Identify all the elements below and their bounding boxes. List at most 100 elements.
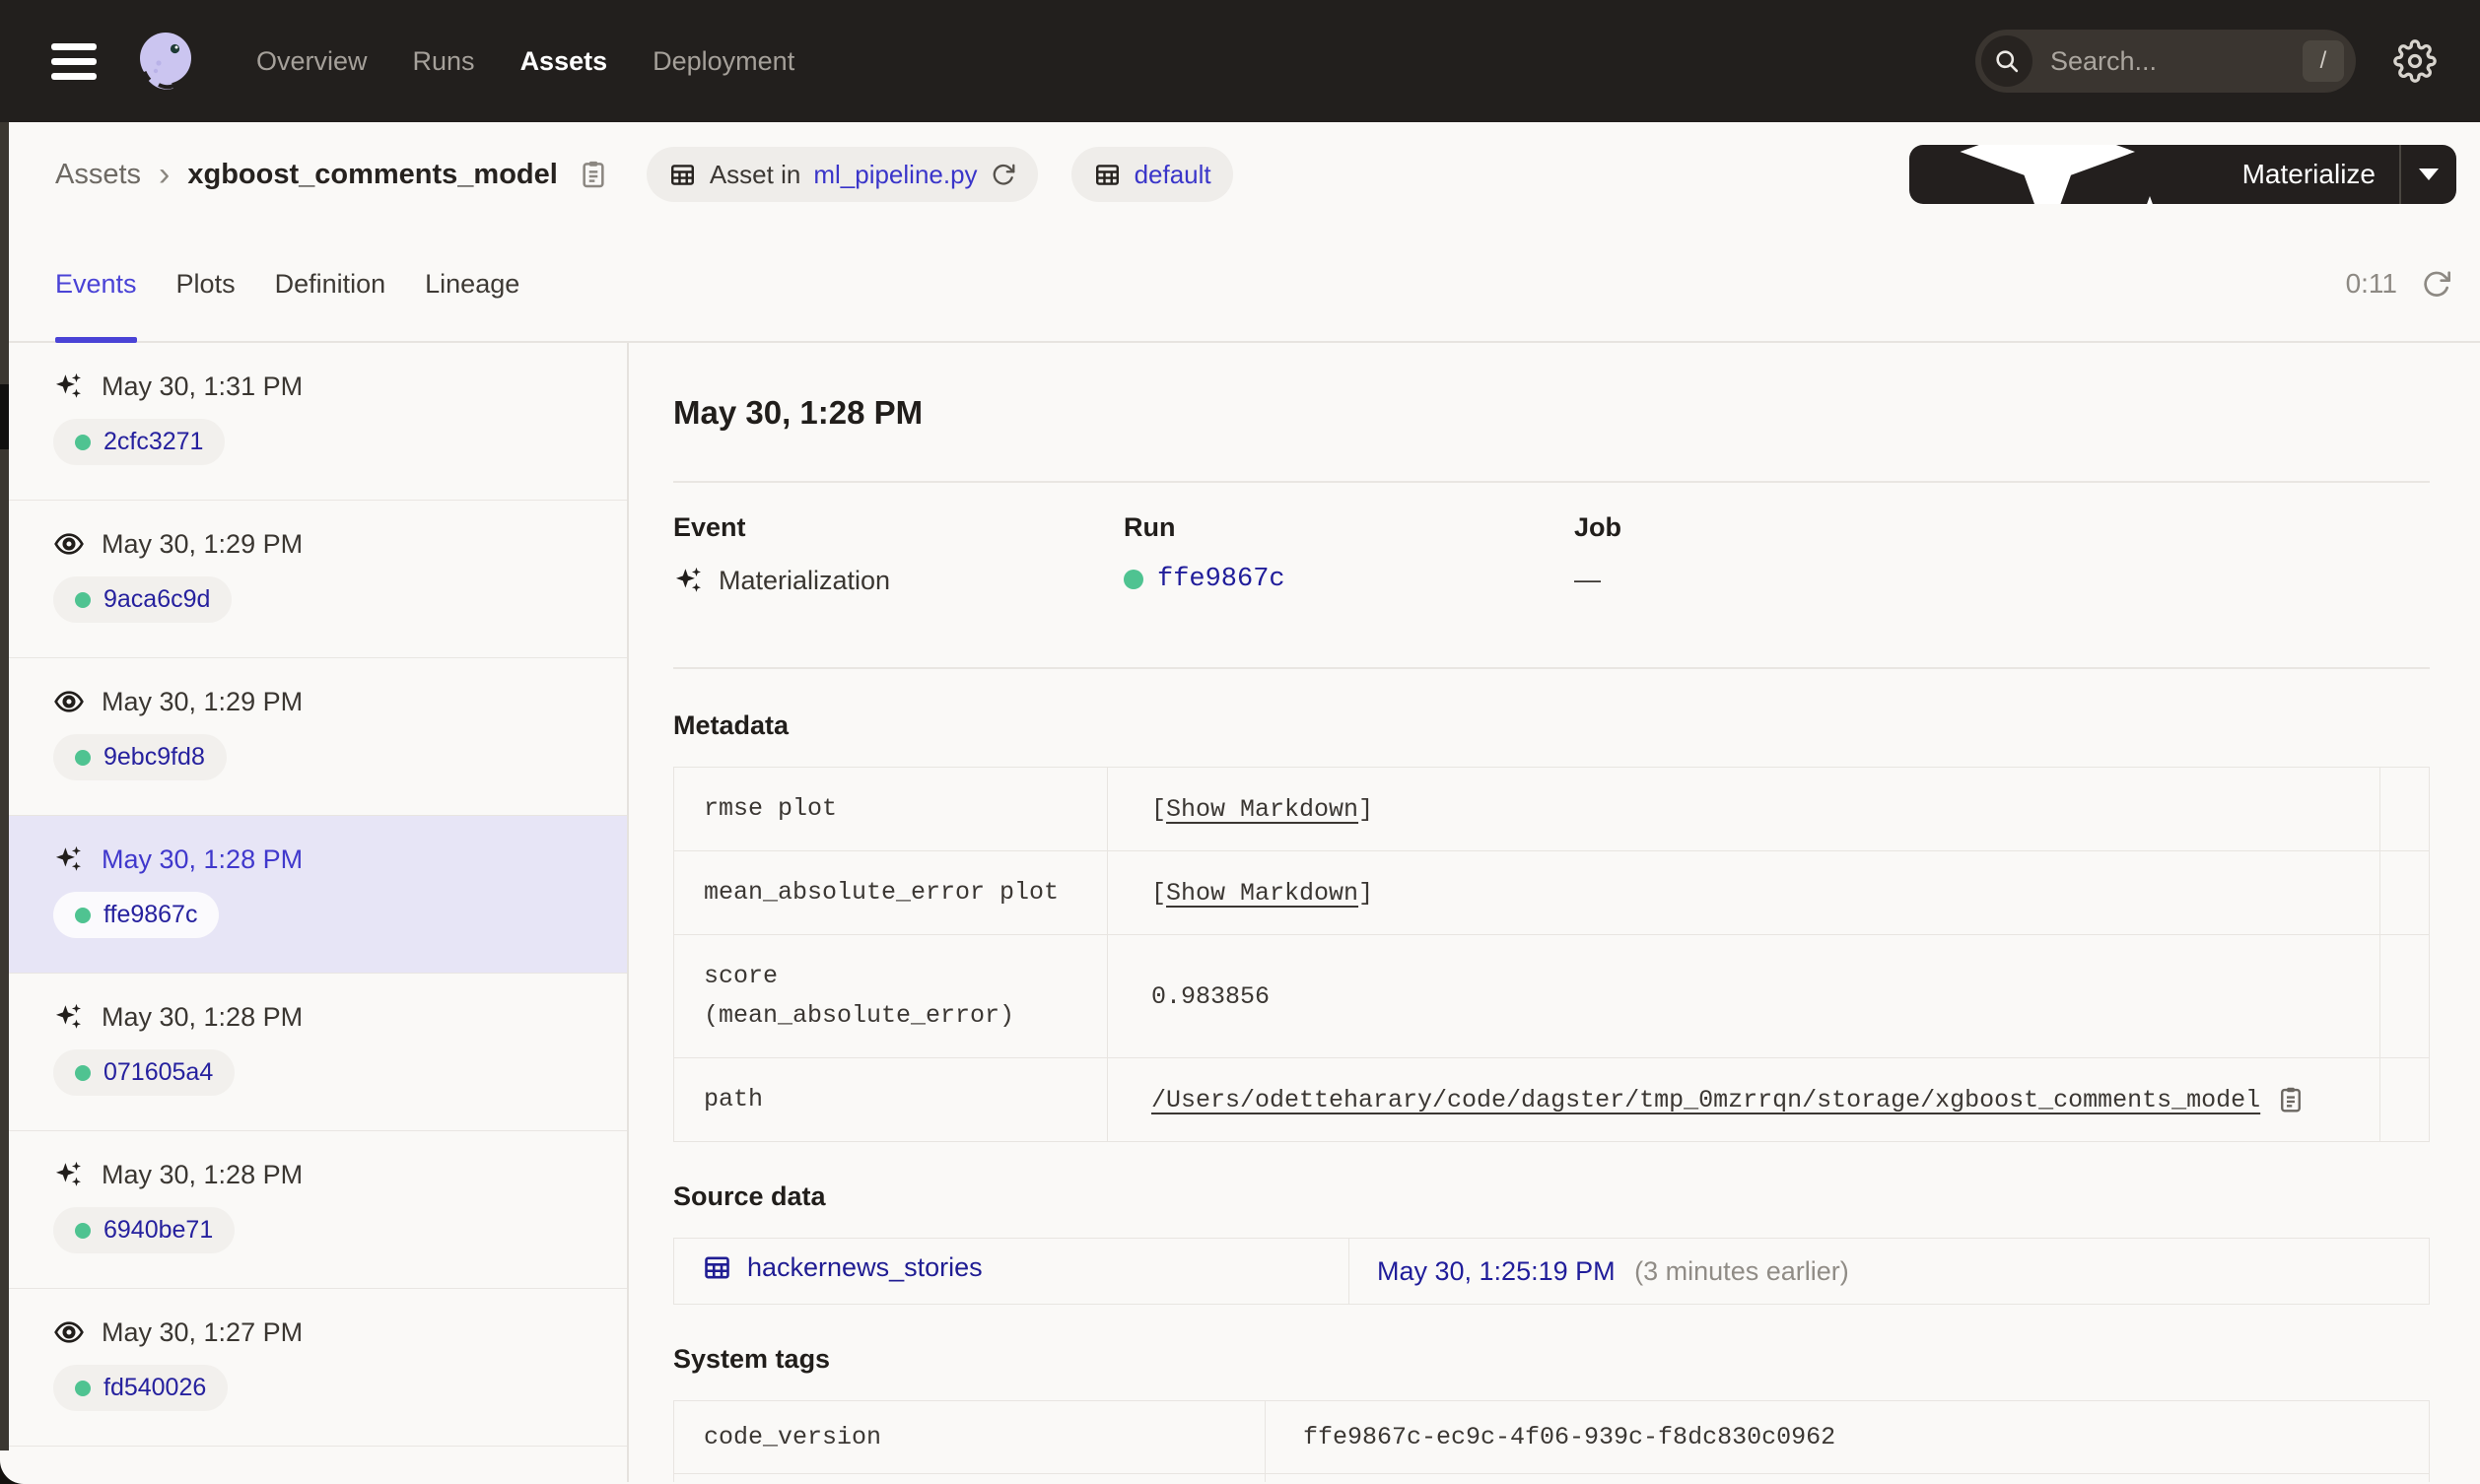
- event-detail-title: May 30, 1:28 PM: [673, 394, 924, 431]
- run-id: 071605a4: [103, 1058, 214, 1086]
- materialize-button[interactable]: Materialize: [1909, 145, 2399, 204]
- observation-icon: [53, 686, 85, 717]
- dagster-app-window: Overview Runs Assets Deployment Search... /…: [0, 0, 2480, 1484]
- event-list-item[interactable]: May 30, 1:28 PM 6940be71: [0, 1131, 627, 1289]
- source-asset-link[interactable]: hackernews_stories: [702, 1252, 983, 1283]
- menu-icon[interactable]: [51, 42, 97, 80]
- metadata-key: path: [673, 1057, 1108, 1142]
- materialize-options-button[interactable]: [2401, 145, 2456, 204]
- metadata-key: mean_absolute_error plot: [673, 850, 1108, 935]
- event-list-sidebar: May 30, 1:31 PM 2cfc3271 May 30, 1:29 PM…: [0, 343, 629, 1482]
- copy-path-icon[interactable]: [2276, 1085, 2306, 1114]
- path-link[interactable]: /Users/odetteharary/code/dagster/tmp_0mz…: [1151, 1086, 2260, 1114]
- asset-location-pill[interactable]: Asset in ml_pipeline.py: [646, 147, 1038, 202]
- dagster-logo-icon[interactable]: [130, 26, 201, 97]
- asset-group-link[interactable]: default: [1135, 160, 1211, 190]
- run-badge[interactable]: ffe9867c: [53, 892, 220, 938]
- metadata-key: score (mean_absolute_error): [673, 934, 1108, 1058]
- asset-tabs-bar: Events Plots Definition Lineage 0:11: [0, 227, 2480, 343]
- source-data-table: hackernews_stories May 30, 1:25:19 PM (3…: [673, 1238, 2430, 1305]
- asset-location-file-link[interactable]: ml_pipeline.py: [813, 160, 977, 190]
- search-shortcut-key: /: [2303, 40, 2344, 82]
- run-id: 9ebc9fd8: [103, 743, 205, 771]
- materialization-icon: [53, 843, 85, 875]
- observation-icon: [53, 1316, 85, 1348]
- job-value: —: [1574, 565, 1601, 594]
- run-badge[interactable]: 6940be71: [53, 1207, 236, 1253]
- source-timestamp-link[interactable]: May 30, 1:25:19 PM: [1377, 1256, 1616, 1286]
- table-row: path /Users/odetteharary/code/dagster/tm…: [673, 1057, 2430, 1142]
- nav-item-deployment[interactable]: Deployment: [653, 46, 794, 77]
- event-list-item[interactable]: May 30, 1:31 PM 2cfc3271: [0, 343, 627, 501]
- event-list-item[interactable]: May 30, 1:27 PM fd540026: [0, 1289, 627, 1447]
- show-markdown-link[interactable]: Show Markdown: [1166, 879, 1358, 908]
- job-column-label: Job: [1574, 512, 1622, 542]
- materialization-icon: [53, 1159, 85, 1190]
- event-detail-panel: May 30, 1:28 PM Event Materialization Ru…: [629, 343, 2480, 1482]
- tab-plots[interactable]: Plots: [176, 227, 236, 341]
- background-window-edge: [0, 0, 9, 1484]
- tag-key: code_version: [673, 1400, 1266, 1474]
- source-asset-name: hackernews_stories: [747, 1252, 983, 1282]
- event-summary-row: Event Materialization Run ffe9867c Job —: [673, 512, 2430, 596]
- event-list-item[interactable]: May 30, 1:29 PM 9ebc9fd8: [0, 658, 627, 816]
- asset-tabs: Events Plots Definition Lineage: [55, 227, 519, 343]
- table-row: code_version ffe9867c-ec9c-4f06-939c-f8d…: [673, 1400, 2430, 1474]
- run-badge[interactable]: 9ebc9fd8: [53, 734, 227, 780]
- event-list-item[interactable]: May 30, 1:29 PM 9aca6c9d: [0, 501, 627, 658]
- settings-gear-icon[interactable]: [2393, 39, 2437, 83]
- run-badge[interactable]: 2cfc3271: [53, 419, 226, 465]
- tag-value: ffe9867c-ec9c-4f06-939c-f8dc830c0962: [1265, 1400, 2430, 1474]
- nav-item-assets[interactable]: Assets: [520, 46, 608, 77]
- show-markdown-link[interactable]: Show Markdown: [1166, 795, 1358, 824]
- nav-item-runs[interactable]: Runs: [413, 46, 475, 77]
- tab-lineage[interactable]: Lineage: [425, 227, 519, 341]
- event-list-item[interactable]: May 30, 1:28 PM 071605a4: [0, 974, 627, 1131]
- run-status-dot: [75, 749, 91, 766]
- event-list-item[interactable]: May 30, 1:28 PM ffe9867c: [0, 816, 627, 974]
- materialize-label: Materialize: [2241, 159, 2376, 189]
- run-id-link[interactable]: ffe9867c: [1157, 565, 1285, 594]
- asset-group-pill[interactable]: default: [1070, 147, 1233, 202]
- nav-item-overview[interactable]: Overview: [256, 46, 368, 77]
- run-id: ffe9867c: [103, 901, 198, 928]
- search-input[interactable]: Search... /: [1975, 30, 2356, 93]
- run-status-dot: [75, 1064, 91, 1081]
- refresh-countdown: 0:11: [2345, 268, 2397, 299]
- system-tags-table: code_version ffe9867c-ec9c-4f06-939c-f8d…: [673, 1400, 2430, 1482]
- breadcrumb-assets-link[interactable]: Assets: [55, 159, 141, 191]
- run-status-dot: [75, 907, 91, 923]
- reload-location-icon[interactable]: [991, 162, 1016, 187]
- tab-events[interactable]: Events: [55, 227, 137, 343]
- table-row: [673, 1473, 2430, 1482]
- search-placeholder: Search...: [2050, 45, 2158, 76]
- run-status-dot: [1124, 570, 1143, 589]
- table-icon: [705, 1256, 729, 1279]
- run-status-dot: [75, 434, 91, 450]
- run-id: 9aca6c9d: [103, 585, 211, 613]
- run-status-dot: [75, 1222, 91, 1239]
- run-badge[interactable]: fd540026: [53, 1365, 229, 1411]
- system-tags-heading: System tags: [673, 1344, 831, 1374]
- run-column-label: Run: [1124, 512, 1176, 542]
- tab-definition[interactable]: Definition: [275, 227, 386, 341]
- search-icon: [1981, 35, 2032, 87]
- asset-group-icon: [1095, 164, 1119, 185]
- event-timestamp: May 30, 1:28 PM: [102, 1159, 304, 1189]
- table-row: score (mean_absolute_error) 0.983856: [673, 934, 2430, 1058]
- run-badge[interactable]: 9aca6c9d: [53, 576, 233, 623]
- run-status-dot: [75, 591, 91, 608]
- copy-asset-name-icon[interactable]: [578, 159, 609, 190]
- table-icon: [670, 164, 694, 185]
- metadata-value: 0.983856: [1151, 981, 1271, 1011]
- event-type-value: Materialization: [719, 565, 891, 595]
- materialization-icon: [53, 371, 85, 402]
- event-timestamp: May 30, 1:27 PM: [102, 1316, 304, 1347]
- run-badge[interactable]: 071605a4: [53, 1049, 236, 1096]
- run-id: fd540026: [103, 1374, 207, 1401]
- materialize-sparkle-icon: [1933, 145, 2229, 204]
- metadata-key: rmse plot: [673, 767, 1108, 851]
- refresh-icon[interactable]: [2421, 268, 2452, 300]
- run-id: 6940be71: [103, 1216, 214, 1244]
- metadata-table: rmse plot [Show Markdown] mean_absolute_…: [673, 767, 2430, 1142]
